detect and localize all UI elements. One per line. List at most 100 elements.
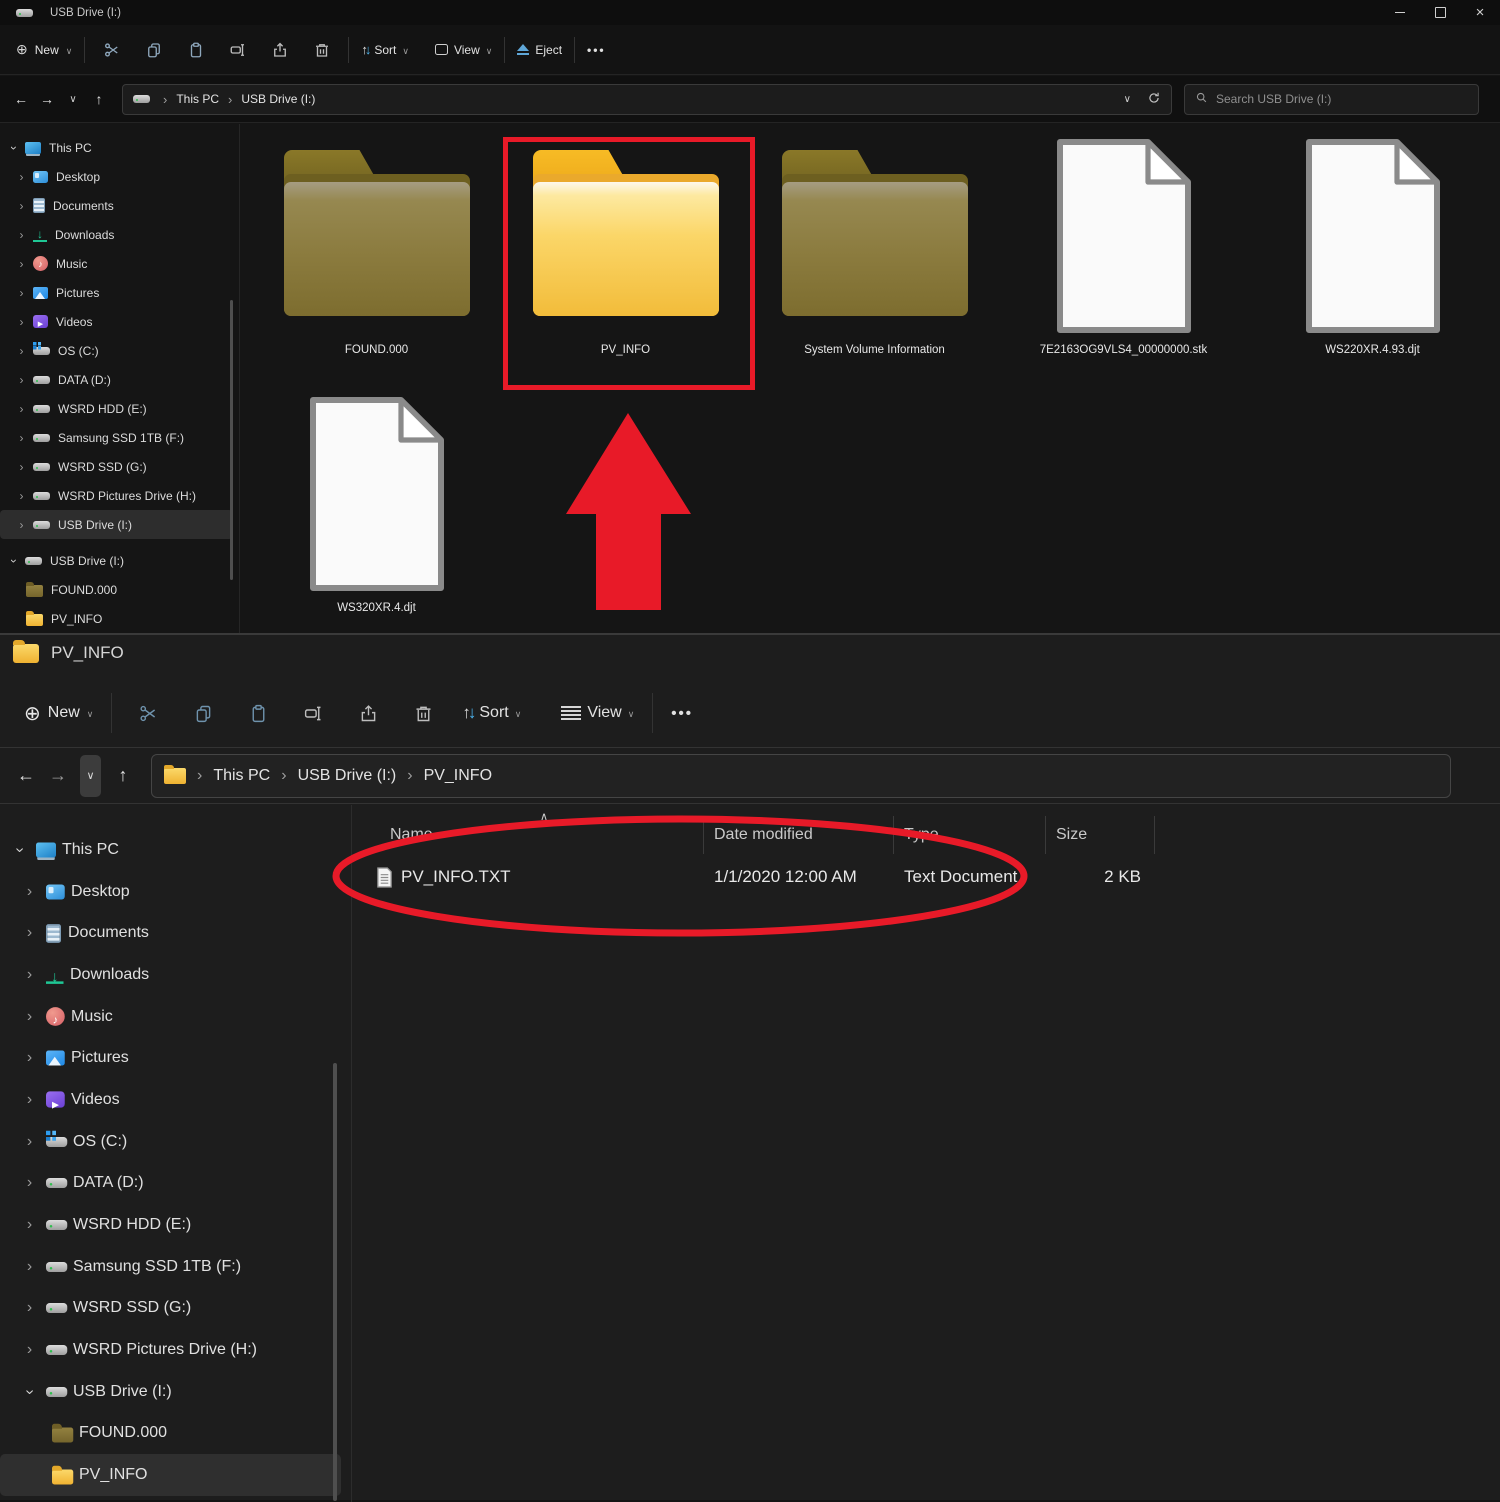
sidebar-item[interactable]: Downloads (0, 220, 233, 249)
sidebar-item[interactable]: DATA (D:) (0, 365, 233, 394)
tree-chevron-icon[interactable] (22, 1341, 37, 1359)
tree-chevron-icon[interactable] (22, 1216, 37, 1234)
breadcrumb-usb-drive[interactable]: USB Drive (I:) (237, 92, 319, 106)
sidebar-scrollbar[interactable] (230, 300, 233, 580)
breadcrumb-this-pc[interactable]: This PC (207, 767, 276, 785)
tree-chevron-icon[interactable] (16, 489, 27, 503)
tree-chevron-icon[interactable] (16, 315, 27, 329)
forward-button[interactable]: → (34, 91, 60, 107)
cut-button[interactable] (101, 39, 122, 60)
sidebar-item[interactable]: WSRD Pictures Drive (H:) (0, 1329, 341, 1371)
tree-chevron-icon[interactable] (12, 841, 27, 859)
folder-tab[interactable]: PV_INFO (0, 643, 124, 663)
sidebar-item[interactable]: Music (0, 996, 341, 1038)
sidebar-item[interactable]: USB Drive (I:) (0, 510, 233, 539)
tree-chevron-icon[interactable] (16, 344, 27, 358)
sidebar-item[interactable]: FOUND.000 (0, 575, 233, 604)
copy-button[interactable] (193, 703, 214, 724)
tree-chevron-icon[interactable] (22, 1299, 37, 1317)
file-item[interactable]: WS320XR.4.djt (252, 388, 501, 646)
sidebar-item[interactable]: Documents (0, 191, 233, 220)
maximize-button[interactable] (1420, 0, 1460, 25)
sidebar-item[interactable]: WSRD HDD (E:) (0, 394, 233, 423)
minimize-button[interactable] (1380, 0, 1420, 25)
sidebar-item[interactable]: OS (C:) (0, 1121, 341, 1163)
tree-chevron-icon[interactable] (22, 1008, 37, 1026)
tree-chevron-icon[interactable] (16, 286, 27, 300)
cut-button[interactable] (138, 703, 159, 724)
tree-chevron-icon[interactable] (22, 1258, 37, 1276)
sidebar-item[interactable]: OS (C:) (0, 336, 233, 365)
paste-button[interactable] (185, 39, 206, 60)
column-header-date-modified[interactable]: Date modified (704, 816, 894, 854)
rename-button[interactable] (303, 703, 324, 724)
file-item[interactable]: WS220XR.4.93.djt (1248, 130, 1497, 388)
sidebar-item[interactable]: WSRD SSD (G:) (0, 1288, 341, 1330)
breadcrumb[interactable]: › This PC › USB Drive (I:) ∨ (122, 84, 1172, 115)
sidebar-item[interactable]: Videos (0, 1079, 341, 1121)
sidebar-item[interactable]: WSRD SSD (G:) (0, 452, 233, 481)
tree-chevron-icon[interactable] (16, 518, 27, 532)
tree-chevron-icon[interactable] (22, 1174, 37, 1192)
column-header-size[interactable]: Size (1046, 816, 1155, 854)
search-input[interactable] (1216, 92, 1446, 106)
refresh-button[interactable] (1147, 91, 1161, 108)
more-options-button[interactable]: ••• (587, 43, 606, 57)
sidebar-item[interactable]: Music (0, 249, 233, 278)
tree-chevron-icon[interactable] (16, 431, 27, 445)
tree-chevron-icon[interactable] (22, 1383, 37, 1401)
breadcrumb-usb-drive[interactable]: USB Drive (I:) (292, 767, 403, 785)
tree-chevron-icon[interactable] (8, 141, 19, 155)
tree-chevron-icon[interactable] (16, 199, 27, 213)
sidebar-scrollbar[interactable] (333, 1063, 337, 1501)
sidebar-item[interactable]: USB Drive (I:) (0, 546, 233, 575)
close-button[interactable] (1460, 0, 1500, 25)
sidebar-item[interactable]: Desktop (0, 162, 233, 191)
sidebar-item[interactable]: Pictures (0, 1037, 341, 1079)
view-button[interactable]: View (561, 704, 634, 722)
recent-locations-button[interactable]: ∨ (80, 755, 101, 797)
more-options-button[interactable]: ••• (671, 705, 693, 722)
tree-chevron-icon[interactable] (16, 460, 27, 474)
delete-button[interactable] (311, 39, 332, 60)
back-button[interactable]: ← (10, 765, 42, 786)
file-item[interactable]: FOUND.000 (252, 130, 501, 388)
tree-chevron-icon[interactable] (22, 966, 37, 984)
sidebar-item[interactable]: DATA (D:) (0, 1163, 341, 1205)
sidebar-item[interactable]: Documents (0, 912, 341, 954)
sidebar-item[interactable]: This PC (0, 133, 233, 162)
tree-chevron-icon[interactable] (22, 883, 37, 901)
tree-chevron-icon[interactable] (16, 373, 27, 387)
eject-button[interactable]: Eject (517, 43, 562, 57)
sort-button[interactable]: ↑↓ Sort (462, 703, 521, 723)
address-dropdown-icon[interactable]: ∨ (1124, 94, 1131, 105)
column-header-name[interactable]: Name (360, 816, 704, 854)
new-button[interactable]: New (16, 41, 72, 58)
sidebar-item[interactable]: Videos (0, 307, 233, 336)
rename-button[interactable] (227, 39, 248, 60)
sidebar-item[interactable]: USB Drive (I:) (0, 1371, 341, 1413)
sidebar-item[interactable]: WSRD HDD (E:) (0, 1204, 341, 1246)
sidebar-item[interactable]: PV_INFO (0, 604, 233, 633)
tree-chevron-icon[interactable] (8, 554, 19, 568)
share-button[interactable] (358, 703, 379, 724)
recent-locations-button[interactable]: ∨ (60, 94, 86, 105)
paste-button[interactable] (248, 703, 269, 724)
tree-chevron-icon[interactable] (16, 402, 27, 416)
sidebar-item[interactable]: This PC (0, 829, 341, 871)
file-item[interactable]: 7E2163OG9VLS4_00000000.stk (999, 130, 1248, 388)
tree-chevron-icon[interactable] (22, 1091, 37, 1109)
sidebar-item[interactable]: FOUND.000 (0, 1413, 341, 1455)
column-header-type[interactable]: Type (894, 816, 1046, 854)
share-button[interactable] (269, 39, 290, 60)
tree-chevron-icon[interactable] (22, 1133, 37, 1151)
back-button[interactable]: ← (8, 91, 34, 107)
delete-button[interactable] (413, 703, 434, 724)
tree-chevron-icon[interactable] (16, 257, 27, 271)
sidebar-item[interactable]: WSRD Pictures Drive (H:) (0, 481, 233, 510)
sidebar-item[interactable]: Downloads (0, 954, 341, 996)
up-button[interactable]: ↑ (86, 91, 112, 107)
tree-chevron-icon[interactable] (16, 170, 27, 184)
breadcrumb-this-pc[interactable]: This PC (172, 92, 223, 106)
breadcrumb-pv-info[interactable]: PV_INFO (418, 767, 498, 785)
